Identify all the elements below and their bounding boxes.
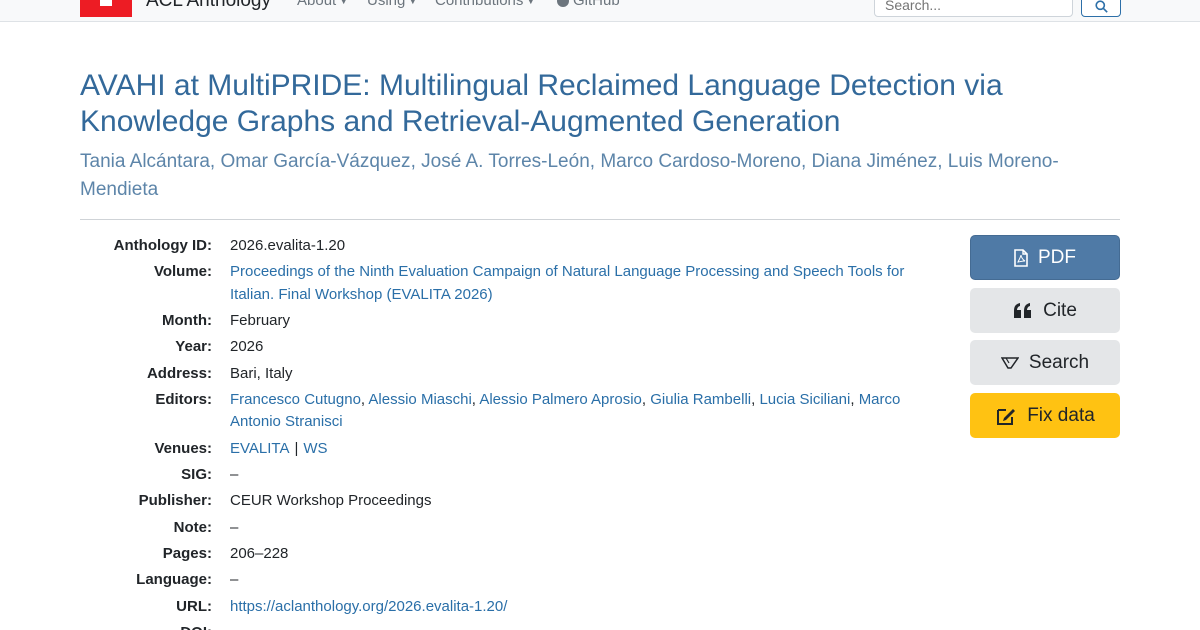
note-value: – <box>230 518 239 536</box>
detail-row-address: Address: Bari, Italy <box>80 363 950 386</box>
nav-about[interactable]: About ▼ <box>297 0 348 9</box>
detail-row-volume: Volume: Proceedings of the Ninth Evaluat… <box>80 261 950 306</box>
detail-row-pages: Pages: 206–228 <box>80 543 950 566</box>
month-value: February <box>230 312 291 330</box>
navbar: ACL Anthology About ▼ Using ▼ Contribution… <box>0 0 1200 22</box>
semantic-scholar-icon <box>1000 356 1019 369</box>
quote-icon <box>1014 302 1032 318</box>
cite-button-label: Cite <box>1043 299 1077 321</box>
detail-row-month: Month: February <box>80 310 950 333</box>
author-link[interactable]: José A. Torres-León <box>421 151 590 172</box>
detail-row-editors: Editors: Francesco Cutugno, Alessio Mias… <box>80 389 950 434</box>
year-value: 2026 <box>230 338 264 356</box>
detail-label: Publisher: <box>138 492 212 510</box>
nav-github[interactable]: GitHub <box>557 0 620 9</box>
pdf-button[interactable]: PDF <box>970 235 1120 280</box>
file-pdf-icon <box>1014 248 1028 267</box>
detail-label: Address: <box>146 364 212 382</box>
sig-value: – <box>230 466 239 484</box>
search-button-label: Search <box>1028 351 1090 373</box>
paper-title: AVAHI at MultiPRIDE: Multilingual Reclai… <box>80 69 1003 138</box>
detail-label: DOI: <box>80 622 230 630</box>
editor-list: Francesco Cutugno, Alessio Miaschi, Ales… <box>230 390 901 431</box>
detail-row-venues: Venues: EVALITA | WS <box>80 438 950 461</box>
venue-separator: | <box>294 439 299 457</box>
detail-row-sig: SIG: – <box>80 464 950 487</box>
fix-data-button[interactable]: Fix data <box>970 393 1120 438</box>
editor-link[interactable]: Alessio Miaschi <box>368 391 471 408</box>
detail-label: Month: <box>162 312 212 330</box>
search-icon <box>1095 0 1108 13</box>
detail-label: Editors: <box>155 390 212 408</box>
detail-label: Volume: <box>153 263 212 281</box>
detail-row-year: Year: 2026 <box>80 336 950 359</box>
detail-row-url: URL: https://aclanthology.org/2026.evali… <box>80 596 950 619</box>
pdf-button-label: PDF <box>1038 246 1076 268</box>
detail-label: Note: <box>173 518 212 536</box>
author-link[interactable]: Omar García-Vázquez <box>220 151 410 172</box>
detail-label: Year: <box>175 338 212 356</box>
detail-label: Language: <box>136 571 212 589</box>
detail-row-note: Note: – <box>80 517 950 540</box>
editor-link[interactable]: Alessio Palmero Aprosio <box>479 391 642 408</box>
edit-icon <box>997 408 1016 425</box>
nav-contributions[interactable]: Contributions ▼ <box>435 0 535 9</box>
editor-link[interactable]: Lucia Siciliani <box>759 391 850 408</box>
detail-row-publisher: Publisher: CEUR Workshop Proceedings <box>80 490 950 513</box>
github-icon <box>557 0 569 8</box>
author-link[interactable]: Marco Cardoso-Moreno <box>600 151 801 172</box>
url-link[interactable]: https://aclanthology.org/2026.evalita-1.… <box>230 598 507 615</box>
detail-label: URL: <box>176 597 212 615</box>
publisher-value: CEUR Workshop Proceedings <box>230 492 432 510</box>
chevron-down-icon: ▼ <box>408 0 418 7</box>
detail-row-language: Language: – <box>80 569 950 592</box>
editor-link[interactable]: Giulia Rambelli <box>650 391 751 408</box>
detail-label: Pages: <box>162 544 212 562</box>
detail-row-doi: DOI: <box>80 622 950 630</box>
chevron-down-icon: ▼ <box>526 0 536 7</box>
semantic-scholar-search-button[interactable]: Search <box>970 340 1120 385</box>
search-button[interactable] <box>1081 0 1121 17</box>
volume-link[interactable]: Proceedings of the Ninth Evaluation Camp… <box>230 263 904 303</box>
cite-button[interactable]: Cite <box>970 288 1120 333</box>
brand-name[interactable]: ACL Anthology <box>146 0 271 12</box>
acl-logo[interactable] <box>80 0 132 17</box>
detail-label: Venues: <box>154 439 212 457</box>
nav-using[interactable]: Using ▼ <box>367 0 417 9</box>
anthology-id-value: 2026.evalita-1.20 <box>230 237 346 254</box>
detail-row-anthology-id: Anthology ID: 2026.evalita-1.20 <box>80 235 950 258</box>
search-input[interactable] <box>874 0 1073 17</box>
editor-link[interactable]: Francesco Cutugno <box>230 391 361 408</box>
doi-value <box>230 622 920 630</box>
language-value: – <box>230 571 239 589</box>
venue-link[interactable]: WS <box>303 440 327 457</box>
fix-data-button-label: Fix data <box>1027 404 1095 426</box>
detail-label: Anthology ID: <box>113 237 212 254</box>
pages-value: 206–228 <box>230 544 289 562</box>
address-value: Bari, Italy <box>230 364 293 382</box>
venue-link[interactable]: EVALITA <box>230 440 289 457</box>
author-list: Tania Alcántara, Omar García-Vázquez, Jo… <box>80 151 1059 200</box>
divider <box>80 219 1120 220</box>
author-link[interactable]: Diana Jiménez <box>812 151 938 172</box>
chevron-down-icon: ▼ <box>339 0 349 7</box>
detail-label: SIG: <box>181 466 212 484</box>
author-link[interactable]: Tania Alcántara <box>80 151 210 172</box>
paper-details: Anthology ID: 2026.evalita-1.20 Volume: … <box>80 235 950 630</box>
